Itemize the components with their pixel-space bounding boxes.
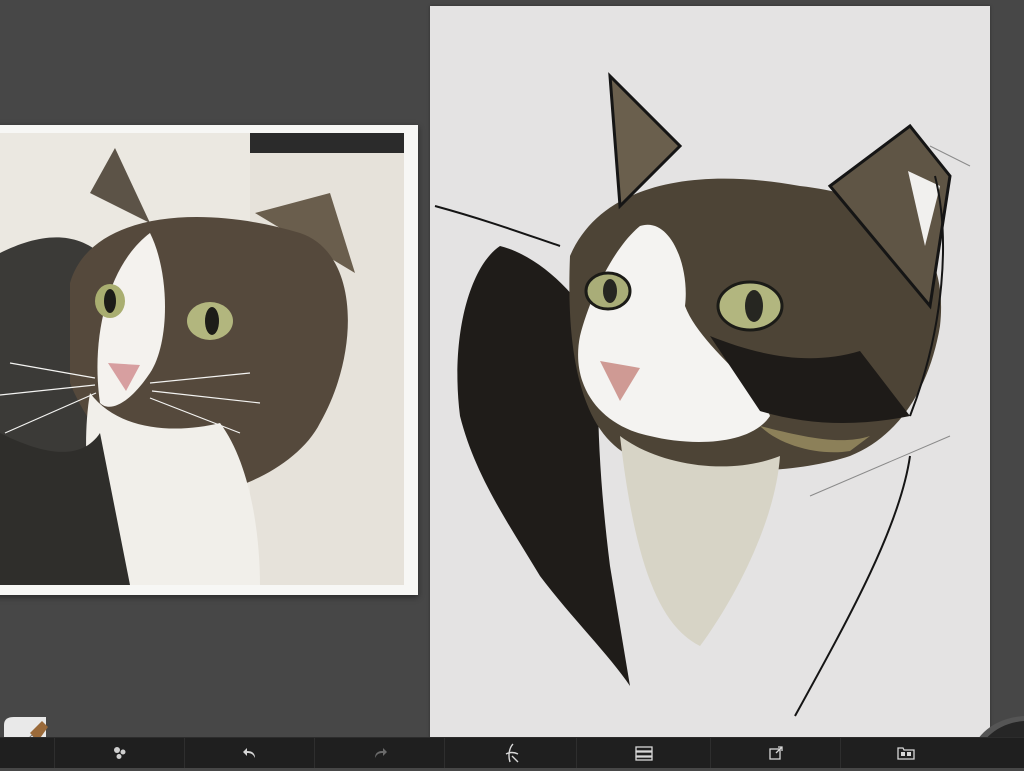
share-button[interactable] — [710, 738, 840, 768]
reference-photo — [0, 133, 404, 585]
layers-button[interactable] — [576, 738, 710, 768]
gallery-button[interactable] — [840, 738, 970, 768]
undo-button[interactable] — [184, 738, 314, 768]
signature-brush-icon — [505, 743, 518, 763]
gear-cluster-icon — [113, 747, 125, 759]
bottom-toolbar — [0, 737, 1024, 768]
redo-arrow-icon — [374, 748, 387, 758]
undo-arrow-icon — [242, 748, 255, 758]
export-icon — [768, 746, 783, 760]
reference-photo-frame[interactable] — [0, 125, 418, 595]
brush-settings-button[interactable] — [54, 738, 184, 768]
workspace — [0, 0, 1024, 768]
redo-button[interactable] — [314, 738, 444, 768]
drawing-canvas[interactable] — [430, 6, 990, 752]
layers-icon — [634, 746, 653, 761]
gallery-icon — [896, 747, 915, 760]
brush-library-button[interactable] — [444, 738, 576, 768]
